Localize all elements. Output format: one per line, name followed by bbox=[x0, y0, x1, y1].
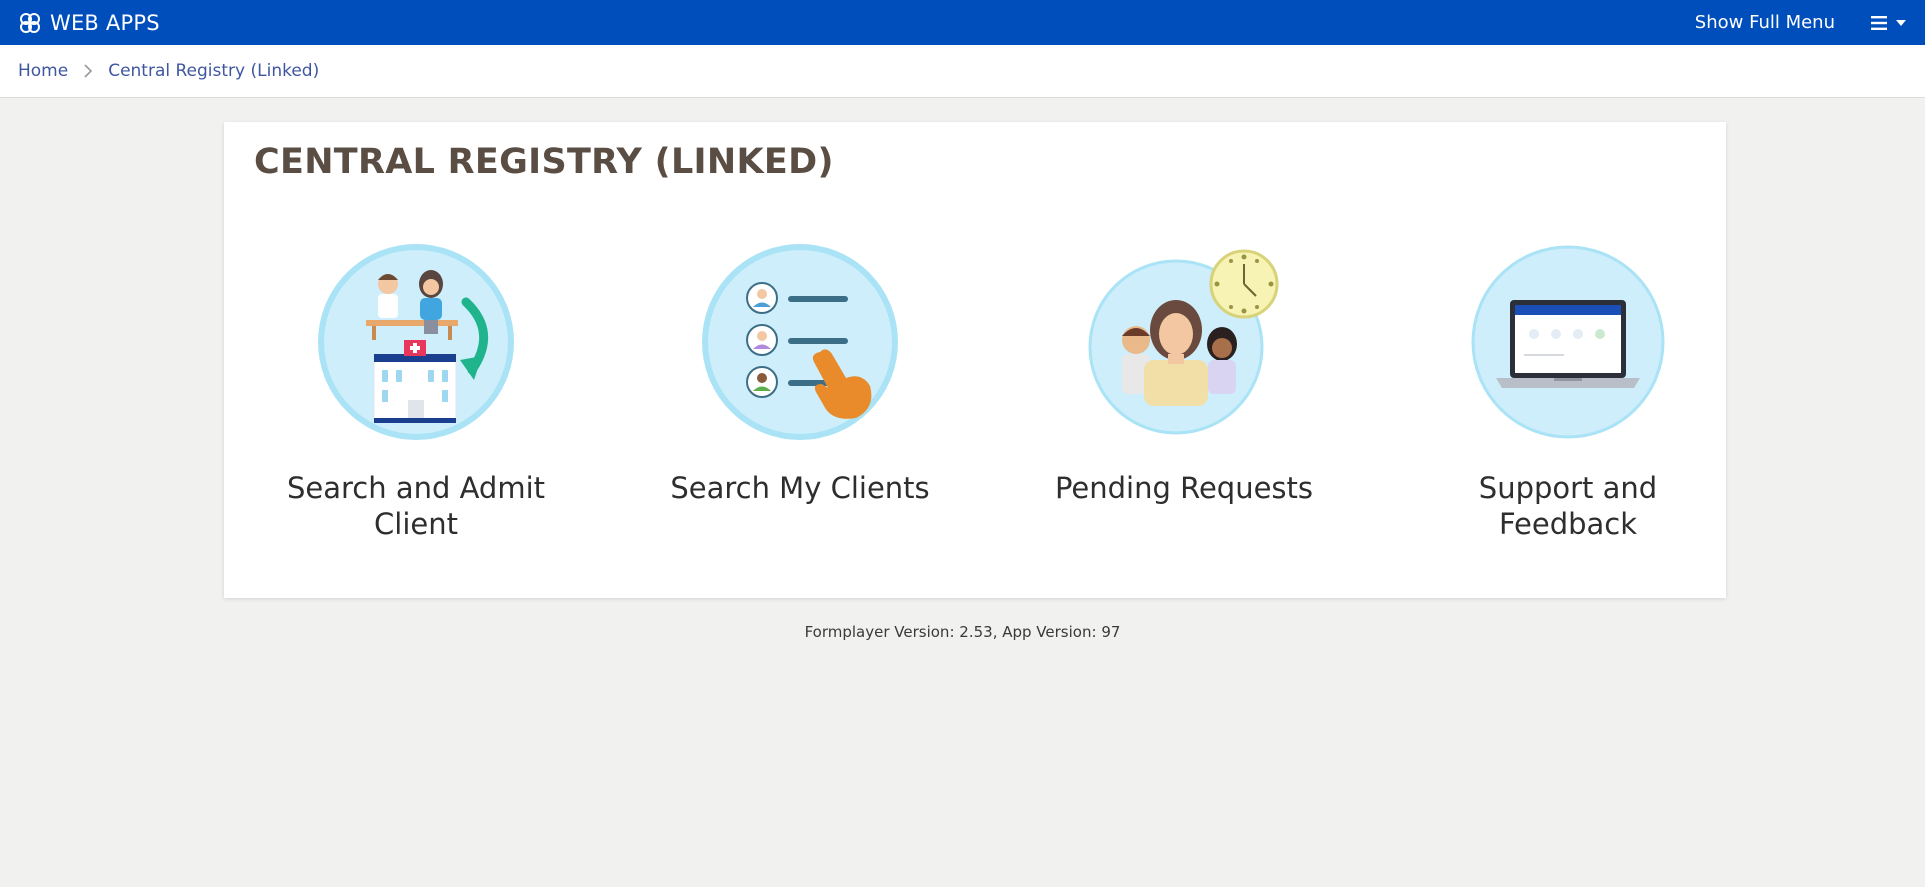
tile-label: Search and Admit Client bbox=[286, 471, 546, 541]
brand-label: WEB APPS bbox=[50, 10, 160, 35]
breadcrumb: Home Central Registry (Linked) bbox=[0, 45, 1925, 98]
tile-label: Search My Clients bbox=[670, 471, 930, 505]
page-title: CENTRAL REGISTRY (LINKED) bbox=[254, 142, 834, 182]
pending-requests-clock-icon bbox=[1088, 249, 1279, 435]
laptop-support-icon bbox=[1471, 245, 1665, 439]
app-version-value: 97 bbox=[1101, 623, 1121, 641]
formplayer-version-label: Formplayer Version: bbox=[804, 623, 955, 641]
brand-link[interactable]: WEB APPS bbox=[18, 11, 160, 35]
tile-search-my-clients[interactable]: Search My Clients bbox=[608, 242, 992, 506]
breadcrumb-home[interactable]: Home bbox=[18, 61, 68, 81]
show-full-menu-link[interactable]: Show Full Menu bbox=[1695, 12, 1835, 33]
hamburger-menu-icon bbox=[1871, 15, 1887, 30]
chevron-right-icon bbox=[84, 64, 93, 78]
tile-support-and-feedback[interactable]: Support and Feedback bbox=[1376, 242, 1760, 542]
tile-search-and-admit-client[interactable]: Search and Admit Client bbox=[224, 242, 608, 542]
module-card: CENTRAL REGISTRY (LINKED) Search and Adm… bbox=[224, 122, 1726, 598]
menu-dropdown-toggle[interactable] bbox=[1871, 15, 1907, 31]
version-footer: Formplayer Version: 2.53, App Version: 9… bbox=[804, 623, 1121, 641]
caret-down-icon bbox=[1896, 19, 1906, 26]
app-version-label: App Version: bbox=[1002, 623, 1097, 641]
tile-label: Pending Requests bbox=[1054, 471, 1314, 505]
tile-pending-requests[interactable]: Pending Requests bbox=[992, 242, 1376, 506]
commcare-logo-icon bbox=[20, 12, 40, 33]
top-navbar: WEB APPS Show Full Menu bbox=[0, 0, 1925, 45]
client-list-pointer-icon bbox=[702, 244, 898, 440]
breadcrumb-current[interactable]: Central Registry (Linked) bbox=[108, 61, 319, 81]
formplayer-version-value: 2.53 bbox=[959, 623, 993, 641]
tile-label: Support and Feedback bbox=[1478, 471, 1658, 541]
admit-client-hospital-icon bbox=[318, 244, 514, 440]
